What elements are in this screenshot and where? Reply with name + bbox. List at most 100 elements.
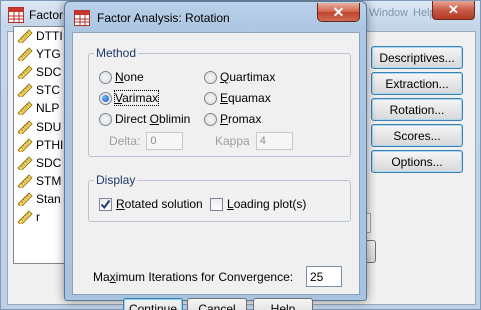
max-iterations-label: Maximum Iterations for Convergence: [93,270,293,284]
scale-ruler-icon [17,174,33,188]
scale-ruler-icon [17,101,33,116]
radio-quartimax-rest: uartimax [229,70,276,84]
rotated-solution-mnemonic: R [116,197,125,211]
variable-label: r [36,209,40,224]
radio-equamax-dot[interactable] [204,91,217,105]
radio-promax-rest: romax [228,112,262,126]
extraction-button[interactable]: Extraction... [371,72,463,95]
radio-varimax-rest: arimax [122,91,159,105]
variable-label: STM [36,173,62,188]
radio-quartimax-label: Quartimax [220,70,275,84]
method-group: Method None Quartimax Varimax Equamax Di… [88,46,351,157]
delta-param: Delta: 0 [109,132,184,150]
scale-ruler-icon [17,138,33,152]
options-label: Options... [391,154,443,169]
variable-label: PTHI [36,137,64,152]
loading-plots-box[interactable] [210,197,223,211]
rotation-dialog: Factor Analysis: Rotation ✕ Method None … [64,1,367,310]
radio-promax-dot[interactable] [204,112,217,126]
radio-none-mnemonic: N [115,70,124,84]
radio-direct-oblimin-label: Direct Oblimin [115,112,190,126]
rotated-solution-box[interactable] [99,197,112,211]
radio-varimax[interactable]: Varimax [99,90,160,106]
radio-promax[interactable]: Promax [204,112,261,126]
variable-label: SDC [36,155,62,170]
radio-equamax-rest: quamax [228,91,271,105]
variable-label: SDC [36,65,62,80]
delta-input[interactable]: 0 [146,132,184,150]
scores-button[interactable]: Scores... [371,124,463,147]
display-legend: Display [94,173,138,187]
variable-label: YTG [36,47,61,62]
rotated-solution-rest: otated solution [124,197,203,211]
grid-app-icon [74,10,90,26]
help-label: Help [270,302,296,310]
scale-ruler-icon [17,210,33,224]
scores-label: Scores... [393,128,441,143]
variable-label: SDU [36,119,62,134]
kappa-label: Kappa [215,134,250,148]
cancel-label: Cancel [198,302,236,310]
scale-ruler-icon [17,83,33,98]
kappa-param: Kappa 4 [215,132,293,150]
loading-plots-rest: oading plot(s) [233,197,307,211]
scale-ruler-icon [17,65,33,80]
radio-direct-oblimin[interactable]: Direct Oblimin [99,112,190,126]
radio-quartimax[interactable]: Quartimax [204,70,275,84]
variable-label: DTTI [36,29,63,44]
scale-ruler-icon [17,119,33,134]
loading-plots-label: Loading plot(s) [227,197,306,211]
scale-ruler-icon [17,192,33,206]
radio-varimax-label: Varimax [113,90,160,106]
extraction-label: Extraction... [385,76,449,91]
continue-label: Continue [128,302,178,310]
rotated-solution-checkbox[interactable]: Rotated solution [99,197,203,211]
radio-none[interactable]: None [99,70,144,84]
kappa-input[interactable]: 4 [255,132,293,150]
dialog-title: Factor Analysis: Rotation [97,11,230,25]
close-icon: ✕ [448,2,459,17]
close-icon: ✕ [332,3,345,20]
max-iterations-rest: imum Iterations for Convergence: [115,270,294,284]
dialog-close-button[interactable]: ✕ [317,3,360,22]
variable-label: STC [36,83,60,98]
radio-promax-mnemonic: P [220,112,229,126]
help-button[interactable]: Help [253,298,313,310]
variable-label: NLP [36,101,60,116]
radio-quartimax-mnemonic: Q [220,70,230,84]
max-iterations-part1: Ma [93,270,110,284]
radio-none-rest: one [123,70,144,84]
loading-plots-checkbox[interactable]: Loading plot(s) [210,197,306,211]
variable-label: Stan [36,191,61,206]
rotated-solution-label: Rotated solution [116,197,203,211]
scale-ruler-icon [17,156,33,170]
radio-equamax-label: Equamax [220,91,271,105]
delta-label: Delta: [109,134,141,148]
ghost-menu-window: Window [369,7,409,19]
radio-quartimax-dot[interactable] [204,70,217,84]
checkmark-icon [100,199,111,209]
descriptives-button[interactable]: Descriptives... [371,46,463,69]
radio-direct-oblimin-rest: blimin [159,112,191,126]
radio-none-label: None [115,70,144,84]
options-button[interactable]: Options... [371,150,463,173]
radio-direct-oblimin-dot[interactable] [99,112,112,126]
max-iterations-input[interactable]: 25 [306,266,342,287]
cancel-button[interactable]: Cancel [187,298,247,310]
rotation-button[interactable]: Rotation... [371,98,463,121]
radio-none-dot[interactable] [99,70,112,84]
radio-varimax-dot[interactable] [99,91,112,105]
display-group: Display Rotated solution Loading plot(s) [88,173,351,222]
scale-ruler-icon [17,29,33,44]
bg-close-button[interactable]: ✕ [432,1,475,20]
loading-plots-mnemonic: L [227,197,234,211]
method-legend: Method [94,46,139,60]
descriptives-label: Descriptives... [379,50,455,65]
grid-app-icon [8,7,24,23]
radio-direct-oblimin-part1: Direct [115,112,150,126]
radio-equamax[interactable]: Equamax [204,91,271,105]
dialog-body: Method None Quartimax Varimax Equamax Di… [72,32,360,310]
radio-direct-oblimin-mnemonic: O [149,112,160,126]
dialog-titlebar[interactable]: Factor Analysis: Rotation ✕ [65,2,366,32]
continue-button[interactable]: Continue [123,298,183,310]
